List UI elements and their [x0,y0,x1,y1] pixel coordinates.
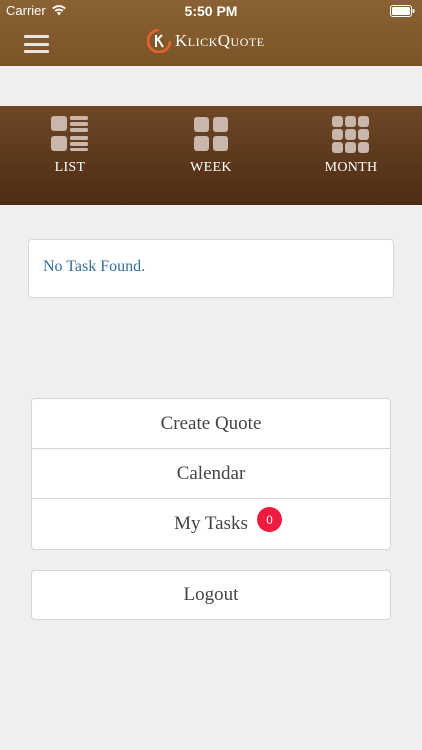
view-week-button[interactable]: WEEK [141,106,281,205]
logo-text: KlickQuote [175,31,265,50]
status-time: 5:50 PM [184,3,238,19]
view-week-label: WEEK [190,160,232,175]
view-switch-bar: LIST WEEK MONTH [0,106,422,205]
my-tasks-button[interactable]: My Tasks 0 [32,499,390,549]
app-logo: KlickQuote [147,27,265,55]
logout-label: Logout [183,584,239,605]
empty-tasks-message: No Task Found. [43,258,146,275]
view-month-label: MONTH [324,160,378,175]
klickquote-logo-icon [147,29,171,53]
calendar-button[interactable]: Calendar [32,449,390,499]
task-list-card: No Task Found. [28,239,394,298]
month-grid-icon [332,116,369,153]
week-grid-icon [194,117,228,151]
app-header: Carrier 5:50 PM KlickQuote [0,0,422,66]
view-list-label: LIST [54,160,86,175]
status-bar: Carrier 5:50 PM [0,0,422,22]
battery-icon [390,5,415,17]
view-list-button[interactable]: LIST [0,106,140,205]
logout-button[interactable]: Logout [31,570,391,620]
action-menu: Create Quote Calendar My Tasks 0 [31,398,391,550]
list-view-icon [51,116,88,151]
calendar-label: Calendar [176,462,246,484]
create-quote-label: Create Quote [160,412,262,434]
create-quote-button[interactable]: Create Quote [32,399,390,449]
view-month-button[interactable]: MONTH [281,106,421,205]
my-tasks-label: My Tasks [174,513,248,534]
my-tasks-count-badge: 0 [257,507,282,532]
hamburger-menu-icon[interactable] [24,35,49,53]
